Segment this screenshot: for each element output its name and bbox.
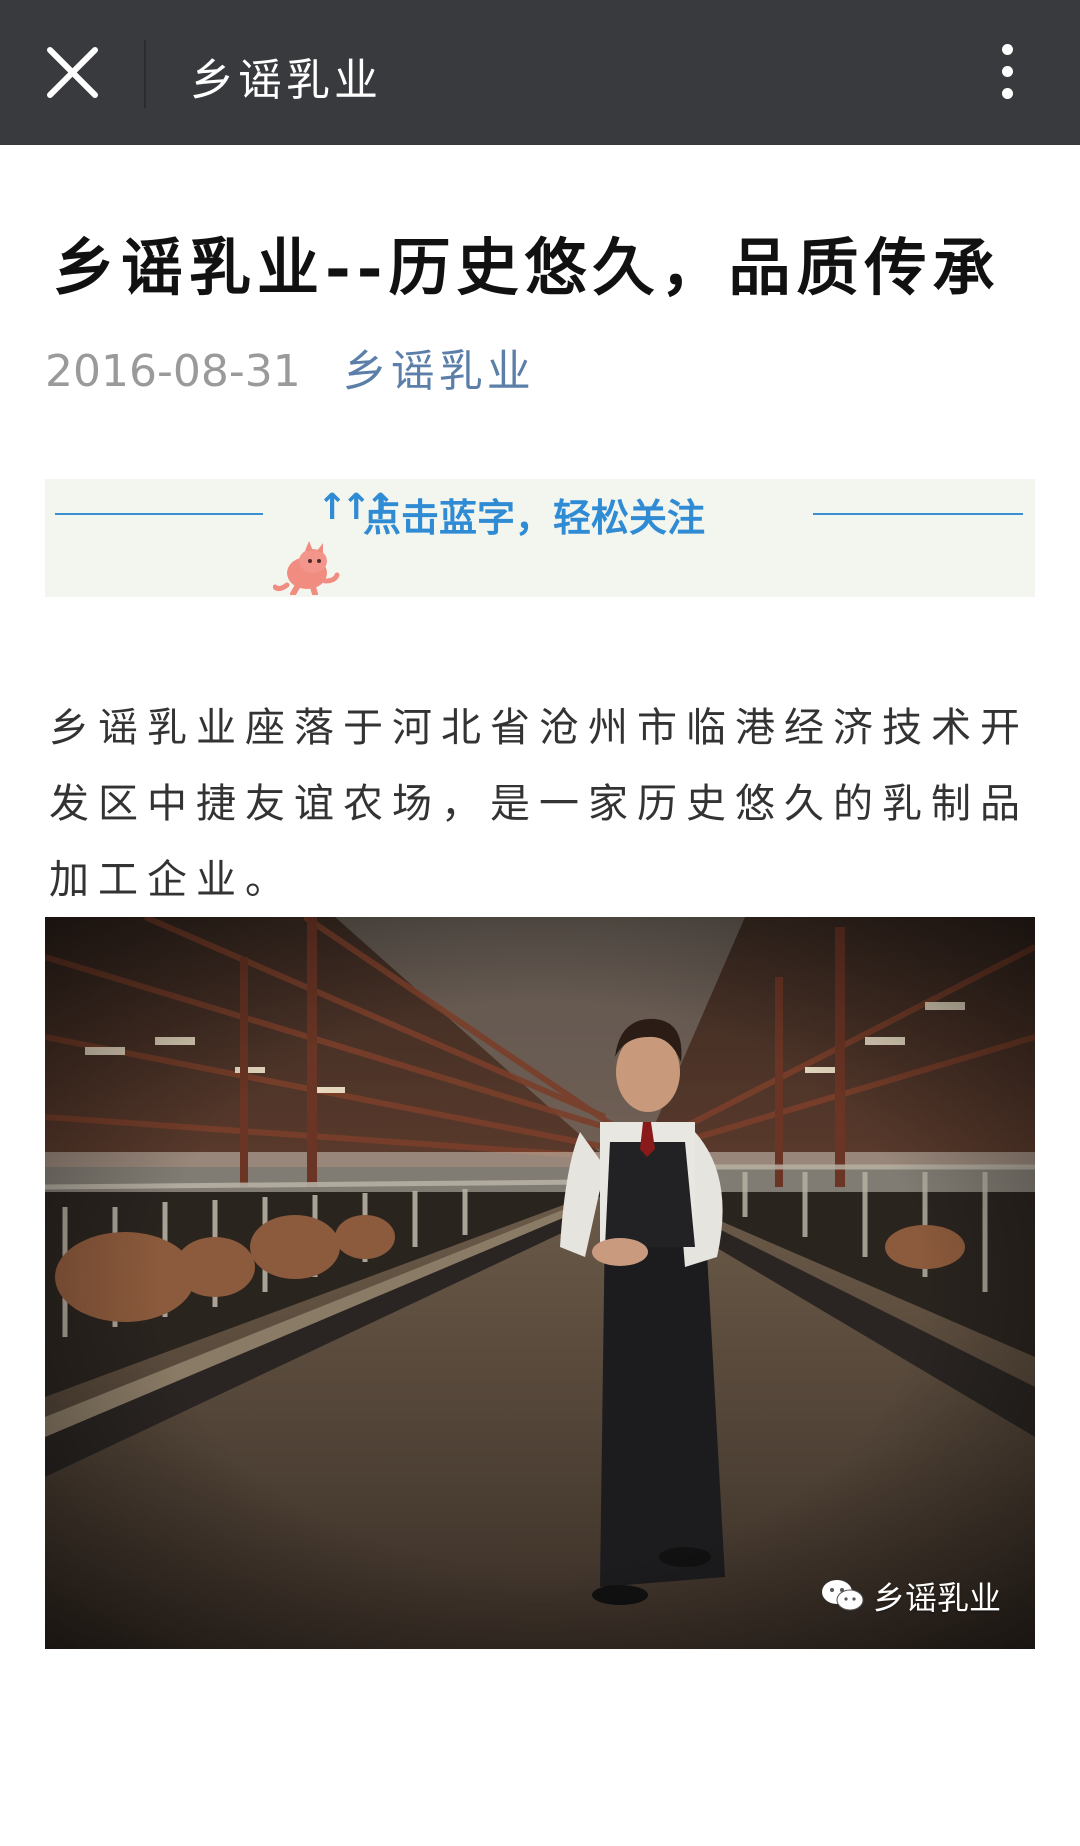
article-meta: 2016-08-31 乡谣乳业 [45, 335, 535, 399]
top-navigation-bar: 乡谣乳业 [0, 0, 1080, 145]
topbar-title: 乡谣乳业 [190, 55, 382, 106]
barn-photo[interactable]: 乡谣乳业 [45, 917, 1035, 1649]
topbar-divider [144, 40, 146, 108]
close-button[interactable] [30, 30, 115, 115]
banner-line-left [55, 513, 263, 515]
mascot-icon [273, 541, 340, 595]
article-body-paragraph: 乡谣乳业座落于河北省沧州市临港经济技术开发区中捷友谊农场，是一家历史悠久的乳制品… [49, 705, 1029, 903]
close-icon [47, 47, 98, 98]
watermark-text: 乡谣乳业 [872, 1579, 1001, 1617]
image-watermark: 乡谣乳业 [821, 1573, 1001, 1619]
barn-illustration [45, 917, 1035, 1649]
author-link[interactable]: 乡谣乳业 [343, 346, 535, 397]
wechat-icon [821, 1580, 864, 1611]
follow-banner[interactable]: ↑↑↑ 点击蓝字，轻松关注 [45, 479, 1035, 597]
publish-date: 2016-08-31 [45, 346, 301, 397]
more-options-button[interactable] [980, 38, 1034, 112]
article-title: 乡谣乳业--历史悠久，品质传承 [53, 231, 1001, 304]
follow-text: 点击蓝字，轻松关注 [363, 496, 706, 540]
more-vertical-icon [980, 44, 1034, 99]
banner-line-right [813, 513, 1023, 515]
